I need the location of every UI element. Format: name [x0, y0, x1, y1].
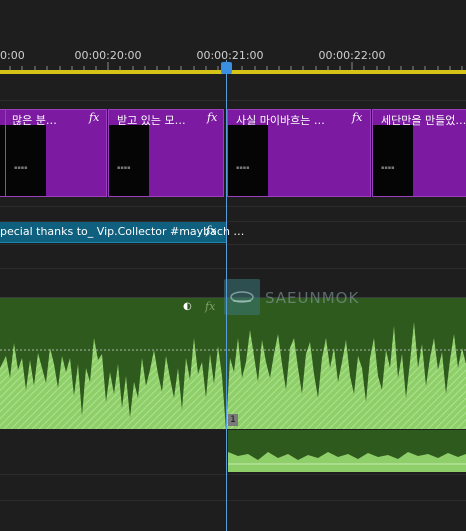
track-divider — [0, 474, 466, 475]
track-divider — [0, 500, 466, 501]
clip-thumbnail: ▪▪▪▪ — [109, 125, 149, 196]
audio-clip-secondary[interactable] — [228, 430, 466, 472]
ruler-label-20: 00:00:20:00 — [74, 49, 142, 62]
ruler-ticks — [9, 62, 463, 70]
clip-thumbnail: ▪▪▪▪ — [6, 125, 46, 196]
playhead-line[interactable] — [226, 60, 227, 531]
track-divider — [0, 206, 466, 207]
fx-badge-icon: fx — [352, 111, 363, 124]
video-clip[interactable]: 사실 마이바흐는 … fx ▪▪▪▪ — [227, 109, 371, 197]
caption-clip[interactable]: pecial thanks to_ Vip.Collector #maybach… — [0, 222, 244, 243]
time-ruler[interactable]: 0:00 00:00:20:00 00:00:21:00 00:00:22:00 — [0, 0, 466, 78]
work-area-bar[interactable] — [0, 70, 466, 74]
watermark-logo-icon — [224, 279, 260, 315]
fx-badge-icon: fx — [89, 111, 100, 124]
audio-waveform — [228, 452, 466, 472]
clip-thumbnail: ▪▪▪▪ — [228, 125, 268, 196]
clip-marker[interactable]: 1 — [228, 414, 238, 426]
fx-badge-icon: fx — [207, 111, 218, 124]
fx-badge-icon: fx — [206, 224, 217, 237]
audio-keyframe-icon[interactable]: ◐ — [183, 301, 192, 312]
track-divider — [0, 100, 466, 101]
video-clip[interactable]: 받고 있는 모… fx ▪▪▪▪ — [108, 109, 224, 197]
track-divider — [0, 244, 466, 245]
watermark-text: SAEUNMOK — [265, 289, 360, 307]
ruler-label-21: 00:00:21:00 — [196, 49, 264, 62]
ruler-label-22: 00:00:22:00 — [318, 49, 386, 62]
fx-badge-icon: fx — [205, 300, 216, 313]
video-clip[interactable]: 세단만을 만들었… ▪▪▪▪ — [372, 109, 466, 197]
ruler-label-0: 0:00 — [0, 49, 25, 62]
audio-clip[interactable]: ◐ fx — [0, 298, 466, 429]
clip-thumbnail: ▪▪▪▪ — [373, 125, 413, 196]
track-divider — [0, 268, 466, 269]
playhead-handle[interactable] — [221, 62, 232, 74]
video-clip[interactable]: 많은 분… fx ▪▪▪▪ — [5, 109, 107, 197]
audio-waveform — [0, 322, 466, 429]
